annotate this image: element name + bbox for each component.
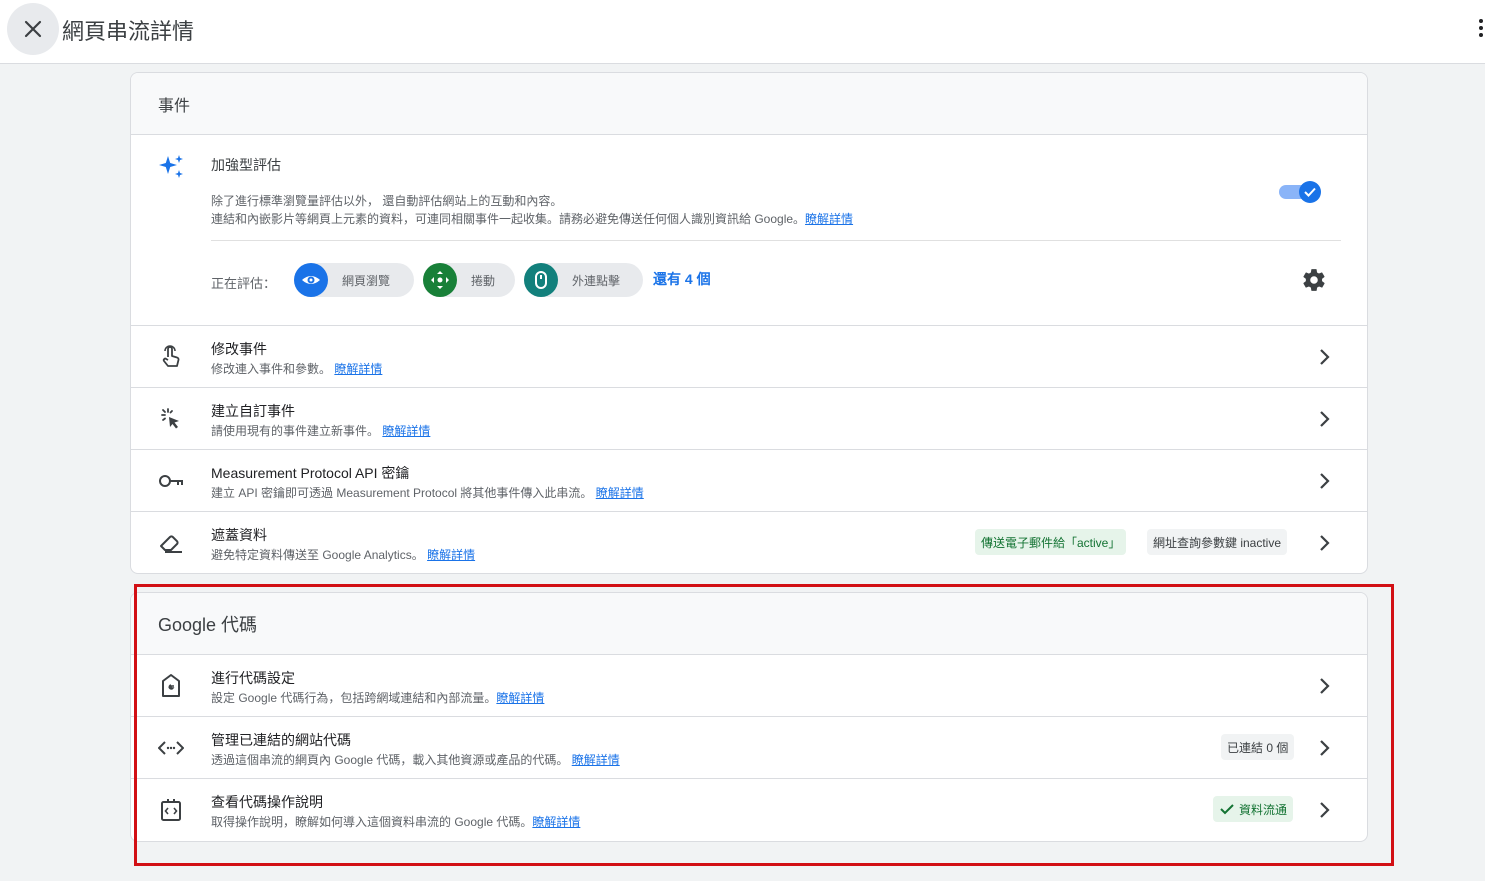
scroll-icon [431,271,449,289]
chip-label: 網頁瀏覽 [342,273,391,288]
configure-tag-row[interactable]: 進行代碼設定 設定 Google 代碼行為，包括跨網域連結和內部流量。瞭解詳情 [131,655,1367,717]
eye-icon [302,276,320,284]
row-title: 遮蓋資料 [211,527,267,543]
row-title: 管理已連結的網站代碼 [211,732,351,748]
enhanced-measurement-section: 加強型評估 除了進行標準瀏覽量評估以外， 還自動評估網站上的互動和內容。 連結和… [131,135,1367,326]
learn-more-link[interactable]: 瞭解詳情 [496,691,544,705]
row-title: 查看代碼操作說明 [211,794,323,810]
events-card: 事件 加強型評估 除了進行標準瀏覽量評估以外， 還自動評估網站上的互動和內容。 … [130,72,1368,574]
more-options-button[interactable] [1477,14,1485,42]
manage-connected-tags-row[interactable]: 管理已連結的網站代碼 透過這個串流的網頁內 Google 代碼，載入其他資源或產… [131,717,1367,779]
learn-more-link[interactable]: 瞭解詳情 [805,212,853,226]
row-description: 避免特定資料傳送至 Google Analytics。 瞭解詳情 [211,548,476,562]
chevron-right-icon [1320,473,1330,489]
row-title: 建立自訂事件 [211,403,295,419]
chip-page-views[interactable]: 網頁瀏覽 [294,263,414,297]
desc-line-1: 除了進行標準瀏覽量評估以外， 還自動評估網站上的互動和內容。 [211,194,563,208]
row-description: 修改連入事件和參數。 瞭解詳情 [211,362,383,376]
measurement-protocol-row[interactable]: Measurement Protocol API 密鑰 建立 API 密鑰即可透… [131,450,1367,512]
learn-more-link[interactable]: 瞭解詳情 [596,486,644,500]
code-icon [158,741,184,755]
learn-more-link[interactable]: 瞭解詳情 [334,362,382,376]
check-icon [1220,804,1234,815]
learn-more-link[interactable]: 瞭解詳情 [532,815,580,829]
more-events-link[interactable]: 還有 4 個 [653,269,711,289]
events-card-header: 事件 [131,73,1367,135]
learn-more-link[interactable]: 瞭解詳情 [427,548,475,562]
status-badge: 網址查詢參數鍵 inactive [1147,529,1288,555]
touch-hand-icon [162,345,180,367]
chevron-right-icon [1320,740,1330,756]
google-tag-card-header: Google 代碼 [131,593,1367,655]
connected-count-badge: 已連結 0 個 [1221,734,1295,760]
status-badge: 傳送電子郵件給「active」 [975,529,1127,555]
view-tag-instructions-row[interactable]: 查看代碼操作說明 取得操作說明，瞭解如何導入這個資料串流的 Google 代碼。… [131,779,1367,841]
learn-more-link[interactable]: 瞭解詳情 [572,753,620,767]
row-description: 建立 API 密鑰即可透過 Measurement Protocol 將其他事件… [211,486,644,500]
check-icon [1304,187,1316,197]
google-tag-card: Google 代碼 進行代碼設定 設定 Google 代碼行為，包括跨網域連結和… [130,592,1368,842]
code-box-icon [161,799,181,821]
row-title: 修改事件 [211,341,267,357]
sparkle-icon [159,155,183,178]
click-cursor-icon [161,408,179,429]
chevron-right-icon [1320,349,1330,365]
desc-line-2: 連結和內嵌影片等網頁上元素的資料，可連同相關事件一起收集。請務必避免傳送任何個人… [211,212,854,226]
chevron-right-icon [1320,802,1330,818]
data-flowing-badge: 資料流通 [1213,796,1294,822]
learn-more-link[interactable]: 瞭解詳情 [382,424,430,438]
chip-outbound-clicks[interactable]: 外連點擊 [524,263,643,297]
measuring-label: 正在評估： [211,276,277,291]
eraser-icon [160,535,182,553]
close-button[interactable] [7,3,59,55]
row-title: Measurement Protocol API 密鑰 [211,465,410,481]
enhanced-measurement-toggle[interactable] [1279,181,1321,203]
create-custom-event-row[interactable]: 建立自訂事件 請使用現有的事件建立新事件。 瞭解詳情 [131,388,1367,450]
enhanced-measurement-title: 加強型評估 [211,157,281,173]
chevron-right-icon [1320,411,1330,427]
close-icon [24,20,42,38]
chevron-right-icon [1320,535,1330,551]
row-title: 進行代碼設定 [211,670,295,686]
row-description: 透過這個串流的網頁內 Google 代碼，載入其他資源或產品的代碼。 瞭解詳情 [211,753,620,767]
page-title: 網頁串流詳情 [62,19,195,44]
gear-icon[interactable] [1301,267,1327,293]
top-app-bar: 網頁串流詳情 [0,0,1485,64]
chevron-right-icon [1320,678,1330,694]
row-description: 取得操作說明，瞭解如何導入這個資料串流的 Google 代碼。瞭解詳情 [211,815,581,829]
mouse-icon [535,271,547,289]
redact-data-row[interactable]: 遮蓋資料 避免特定資料傳送至 Google Analytics。 瞭解詳情 傳送… [131,512,1367,573]
row-description: 請使用現有的事件建立新事件。 瞭解詳情 [211,424,431,438]
enhanced-measurement-description: 除了進行標準瀏覽量評估以外， 還自動評估網站上的互動和內容。 連結和內嵌影片等網… [211,192,853,228]
modify-events-row[interactable]: 修改事件 修改連入事件和參數。 瞭解詳情 [131,326,1367,388]
chip-label: 捲動 [471,273,496,288]
chip-scrolls[interactable]: 捲動 [423,263,515,297]
more-vert-icon [1479,19,1483,23]
chip-label: 外連點擊 [572,273,621,288]
row-description: 設定 Google 代碼行為，包括跨網域連結和內部流量。瞭解詳情 [211,691,545,705]
google-tag-icon [162,674,180,697]
divider [211,240,1341,241]
key-icon [159,475,183,487]
